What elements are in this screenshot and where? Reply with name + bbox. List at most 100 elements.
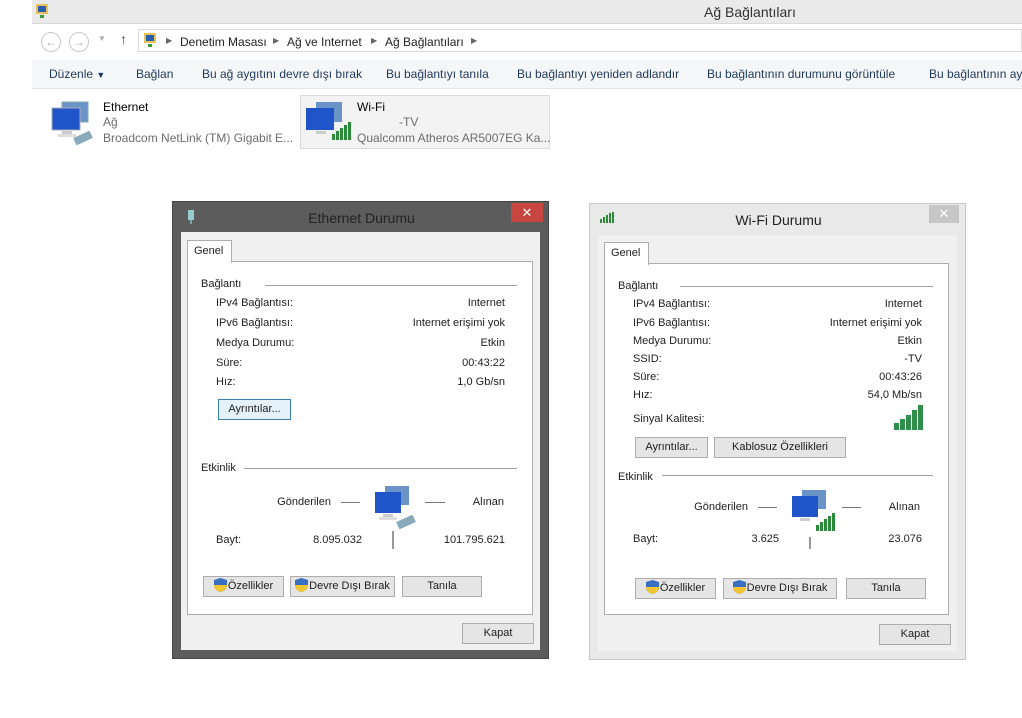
connection-status: -TV [399,115,419,129]
received-label: Alınan [888,501,920,513]
duration-value: 00:43:22 [462,357,505,369]
properties-button[interactable]: Özellikler [203,576,284,597]
back-button[interactable]: ← [41,32,61,52]
ssid-value: -TV [904,353,922,365]
wireless-properties-button[interactable]: Kablosuz Özellikleri [714,437,846,458]
ipv4-value: Internet [884,298,922,310]
diagnose-button[interactable]: Tanıla [846,578,926,599]
organize-menu[interactable]: Düzenle ▼ [49,67,105,81]
dialog-title: Ethernet Durumu [308,210,415,226]
network-activity-icon [375,486,416,530]
sent-label: Gönderilen [277,496,331,508]
recent-dropdown-icon[interactable]: ▼ [98,34,106,43]
connect-button[interactable]: Bağlan [136,67,173,81]
ipv4-label: IPv4 Bağlantısı: [633,298,711,310]
activity-section-header: Etkinlik [201,462,236,474]
speed-label: Hız: [633,389,653,401]
media-state-label: Medya Durumu: [633,335,712,347]
connection-status: Ağ [103,115,118,129]
disable-device-button[interactable]: Bu ağ aygıtını devre dışı bırak [202,67,362,81]
bytes-sent: 3.625 [751,533,779,545]
bytes-received: 101.795.621 [443,534,505,546]
close-button[interactable]: Kapat [879,624,951,645]
wifi-adapter-icon [306,102,351,140]
connection-device: Broadcom NetLink (TM) Gigabit E... [103,131,294,145]
wifi-status-dialog: Wi-Fi Durumu ✕ Genel Bağlantı IPv4 Bağla… [589,203,966,660]
details-button[interactable]: Ayrıntılar... [218,399,291,420]
speed-value: 1,0 Gb/sn [457,376,505,388]
duration-label: Süre: [216,357,243,369]
breadcrumb-network-internet[interactable]: Ağ ve Internet [287,35,362,49]
close-icon[interactable]: ✕ [511,203,543,222]
diagnose-button[interactable]: Bu bağlantıyı tanıla [386,67,489,81]
connection-device: Qualcomm Atheros AR5007EG Ka... [357,131,551,145]
tab-general[interactable]: Genel [604,242,649,265]
change-settings-button[interactable]: Bu bağlantının ay [929,67,1022,81]
details-button[interactable]: Ayrıntılar... [635,437,708,458]
media-state-label: Medya Durumu: [216,337,295,349]
disable-label: Devre Dışı Bırak [309,580,390,592]
breadcrumb-network-connections[interactable]: Ağ Bağlantıları [385,35,464,49]
divider [244,468,517,469]
bytes-label: Bayt: [216,534,242,546]
close-icon[interactable]: ✕ [929,205,959,223]
view-status-button[interactable]: Bu bağlantının durumunu görüntüle [707,67,895,81]
diagnose-button[interactable]: Tanıla [402,576,482,597]
bytes-sent: 8.095.032 [313,534,362,546]
tab-general[interactable]: Genel [187,240,232,263]
shield-icon [645,580,659,594]
breadcrumb-chevron-icon: ▶ [166,36,173,45]
disable-button[interactable]: Devre Dışı Bırak [290,576,395,597]
bytes-label: Bayt: [633,533,659,545]
signal-quality-label: Sinyal Kalitesi: [633,413,705,425]
connection-wifi[interactable]: Wi-Fi -TV Qualcomm Atheros AR5007EG Ka..… [300,95,550,149]
network-activity-icon [792,490,835,531]
network-connections-icon [36,4,48,18]
ssid-label: SSID: [633,353,662,365]
breadcrumb-control-panel[interactable]: Denetim Masası [180,35,267,49]
divider [392,531,394,549]
ipv4-value: Internet [467,297,505,309]
sent-label: Gönderilen [694,501,748,513]
ipv6-value: Internet erişimi yok [829,317,922,329]
divider [662,475,933,476]
properties-label: Özellikler [227,580,274,592]
address-bar[interactable]: ▶ Denetim Masası ▶ Ağ ve Internet ▶ Ağ B… [138,29,1022,52]
ethernet-adapter-icon [51,101,93,146]
divider [341,502,360,503]
shield-icon [213,578,227,592]
rename-button[interactable]: Bu bağlantıyı yeniden adlandır [517,67,679,81]
disable-button[interactable]: Devre Dışı Bırak [723,578,837,599]
disable-label: Devre Dışı Bırak [746,582,828,594]
breadcrumb-chevron-icon: ▶ [273,36,280,45]
shield-icon [732,580,746,594]
command-bar: Düzenle ▼ Bağlan Bu ağ aygıtını devre dı… [32,60,1022,89]
connection-ethernet[interactable]: Ethernet Ağ Broadcom NetLink (TM) Gigabi… [46,95,298,149]
breadcrumb-chevron-icon: ▶ [471,36,478,45]
chevron-down-icon: ▼ [96,70,106,80]
ipv6-value: Internet erişimi yok [412,317,505,329]
dialog-title: Wi-Fi Durumu [735,212,822,228]
control-panel-icon [144,33,156,47]
explorer-titlebar: Ağ Bağlantıları [32,0,1022,24]
shield-icon [295,578,309,592]
speed-label: Hız: [216,376,236,388]
divider [425,502,445,503]
connection-section-header: Bağlantı [201,278,242,290]
close-button[interactable]: Kapat [462,623,534,644]
properties-button[interactable]: Özellikler [635,578,716,599]
up-arrow-icon[interactable]: ↑ [120,31,127,47]
received-label: Alınan [472,496,504,508]
media-state-value: Etkin [897,335,922,347]
divider [809,537,811,549]
divider [758,507,777,508]
media-state-value: Etkin [480,337,505,349]
breadcrumb-chevron-icon: ▶ [371,36,378,45]
speed-value: 54,0 Mb/sn [867,389,922,401]
forward-button[interactable]: → [69,32,89,52]
divider [842,507,861,508]
window-title: Ağ Bağlantıları [704,4,796,20]
properties-label: Özellikler [659,582,706,594]
ethernet-status-dialog: Ethernet Durumu ✕ Genel Bağlantı IPv4 Ba… [172,201,549,659]
divider [265,285,517,286]
